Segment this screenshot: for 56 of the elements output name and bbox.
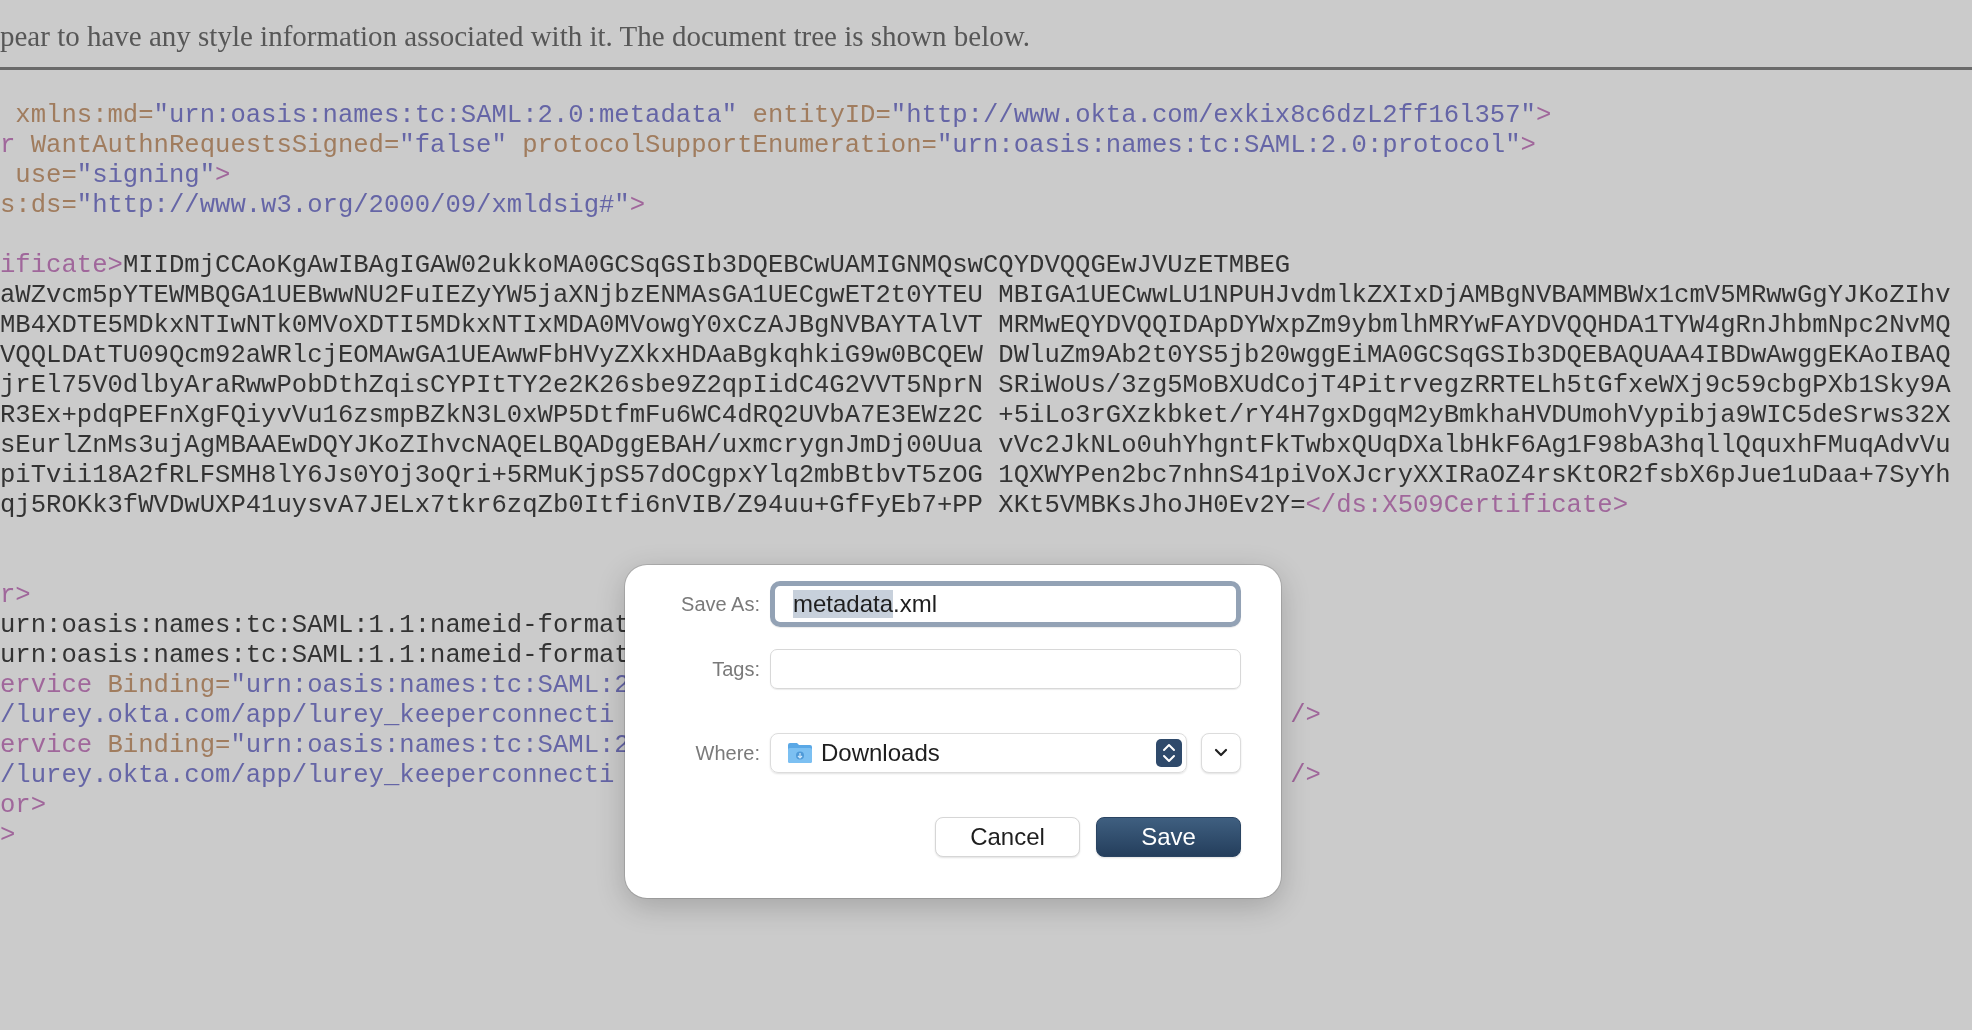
xml-tag: > (629, 191, 646, 220)
xml-tag: r (0, 131, 16, 160)
chevron-icon (1214, 748, 1228, 758)
xml-value: "urn:oasis:names:tc:SAML:2 (230, 671, 630, 700)
xml-text: piTvii18A2fRLFSMH8lY6Js0YOj3oQri+5RMuKjpS57dOCgpxYlq2mbBtbvT5zOG 1QXWYPen2bc7nhnS41piVoXJcryXXIRaOZ4rsKtOR2fsbX6pJue1uDaa+7SyYh (0, 461, 1951, 490)
xml-attribute: s:ds= (0, 191, 77, 220)
field-label: Where: (694, 741, 760, 765)
stepper-icon (1156, 739, 1182, 767)
xml-text: MB4XDTE5MDkxNTIwNTk0MVoXDTI5MDkxNTIxMDA0MVowgY0xCzAJBgNVBAYTAlVT MRMwEQYDVQQIDApDYWxpZm9ybmlhMRYwFAYDVQQHDA1TYW4gRnJhbmNpc2NvMQ (0, 311, 1951, 340)
xml-value: "urn:oasis:names:tc:SAML:2 (230, 731, 630, 760)
xml-attribute: Binding= (106, 671, 231, 700)
xml-tag: ervice (0, 731, 93, 760)
xml-tag: /> (1290, 761, 1321, 790)
xml-attribute: WantAuthnRequestsSigned= (29, 131, 400, 160)
xml-tag: > (1535, 101, 1552, 130)
xml-attribute: xmlns:md= (14, 101, 154, 130)
xml-tag: /> (1290, 701, 1321, 730)
xml-value: "urn:oasis:names:tc:SAML:2.0:protocol" (936, 131, 1521, 160)
xml-attribute: entityID= (751, 101, 891, 130)
xml-value: "signing" (76, 161, 216, 190)
xml-text: qj5ROKk3fWVDwUXP41uysvA7JELx7tkr6zqZb0Itfi6nVIB/Z94uu+GfFyEb7+PP XKt5VMBKsJhoJH0Ev2Y= (0, 491, 1306, 520)
field-label: Save As: (680, 592, 760, 616)
xml-attribute: protocolSupportEnumeration= (521, 131, 937, 160)
expand-button[interactable] (1201, 733, 1241, 773)
xml-text: VQQLDAtTU09Qcm92aWRlcjEOMAwGA1UEAwwFbHVyZXkxHDAaBgkqhkiG9w0BCQEW DWluZm9Ab2t0YS5jb20wggEiMA0GCSqGSIb3DQEBAQUAA4IBDwAwggEKAoIBAQ (0, 341, 1951, 370)
xml-tag: or> (0, 791, 47, 820)
xml-tag: > (0, 821, 16, 850)
tags-field[interactable] (770, 649, 1241, 689)
field-label: Tags: (711, 657, 760, 681)
xml-text: MIIDmjCCAoKgAwIBAgIGAW02ukkoMA0GCSqGSIb3DQEBCwUAMIGNMQswCQYDVQQGEwJVUzETMBEG (122, 251, 1291, 280)
location-popup[interactable]: Downloads (770, 733, 1187, 773)
save-button[interactable]: Save (1096, 817, 1241, 857)
xml-tag: > (215, 161, 231, 190)
xml-text: urn:oasis:names:tc:SAML:1.1:nameid-format (0, 611, 630, 640)
xml-value: "false" (399, 131, 507, 160)
cancel-button[interactable]: Cancel (935, 817, 1080, 857)
xml-tag: ervice (0, 671, 93, 700)
filename-field[interactable]: metadata.xml (770, 581, 1241, 627)
xml-tag: r> (0, 581, 31, 610)
xml-text: aWZvcm5pYTEWMBQGA1UEBwwNU2FuIEZyYW5jaXNjbzENMAsGA1UECgwET2t0YTEU MBIGA1UECwwLU1NPUHJvdmlkZXIxDjAMBgNVBAMMBWx1cmV5MRwwGgYJKoZIhv (0, 281, 1951, 310)
xml-text: urn:oasis:names:tc:SAML:1.1:nameid-format (0, 641, 630, 670)
xml-value: /lurey.okta.com/app/lurey_keeperconnecti (0, 701, 615, 730)
notice-text: pear to have any style information associated with it. The document tree is shown below. (0, 19, 1032, 54)
xml-text: sEurlZnMs3ujAgMBAAEwDQYJKoZIhvcNAQELBQADggEBAH/uxmcrygnJmDj00Uua vVc2JkNLo0uhYhgntFkTwbxQUqDXalbHkF6Ag1F98bA3hqllQquxhFMuqAdvVu (0, 431, 1951, 460)
folder-icon (787, 742, 813, 764)
xml-value: "urn:oasis:names:tc:SAML:2.0:metadata" (153, 101, 738, 130)
xml-text: R3Ex+pdqPEFnXgFQiyvVu16zsmpBZkN3L0xWP5DtfmFu6WC4dRQ2UVbA7E3EWz2C +5iLo3rGXzkbket/rY4H7gxDgqM2yBmkhaHVDUmohVypibja9WIC5deSrws32X (0, 401, 1951, 430)
xml-attribute: Binding= (106, 731, 231, 760)
xml-tag: ificate> (0, 251, 123, 280)
xml-tag: > (1520, 131, 1536, 160)
xml-value: "http://www.okta.com/exkix8c6dzL2ff16l357" (890, 101, 1536, 130)
xml-tag: </ds:X509Certificate> (1305, 491, 1629, 520)
xml-attribute: use= (14, 161, 77, 190)
xml-value: /lurey.okta.com/app/lurey_keeperconnecti (0, 761, 615, 790)
xml-value: "http://www.w3.org/2000/09/xmldsig#" (76, 191, 630, 220)
xml-text: jrEl75V0dlbyAraRwwPobDthZqisCYPItTY2e2K26sbe9Z2qpIidC4G2VVT5NprN SRiWoUs/3zg5MoBXUdCojT4PitrvegzRRTELh5tGfxeWXj9c59cbgPXb1Sky9A (0, 371, 1951, 400)
